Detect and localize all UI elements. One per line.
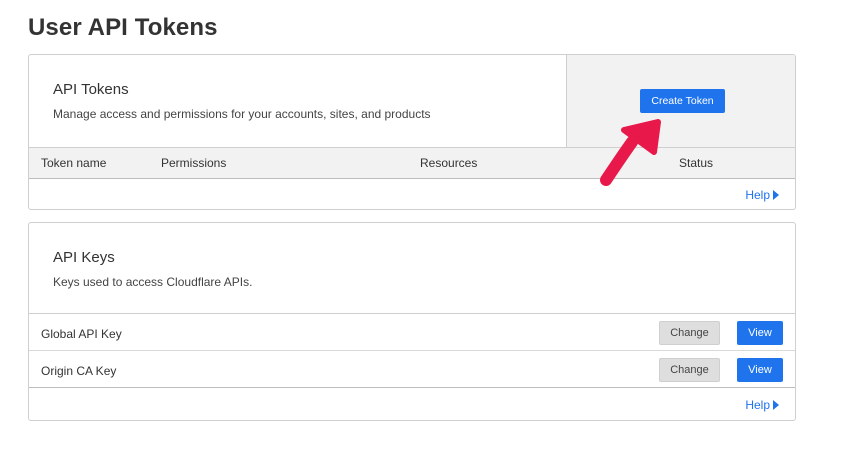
key-row-global: Global API Key Change View <box>29 314 795 351</box>
keys-help-link[interactable]: Help <box>745 398 779 412</box>
create-token-panel: Create Token <box>566 55 795 147</box>
tokens-table-header: Token name Permissions Resources Status <box>29 148 795 179</box>
key-label: Origin CA Key <box>41 364 117 378</box>
key-row-origin-ca: Origin CA Key Change View <box>29 351 795 388</box>
api-keys-card: API Keys Keys used to access Cloudflare … <box>28 222 796 421</box>
api-keys-header: API Keys Keys used to access Cloudflare … <box>29 223 795 314</box>
create-token-button[interactable]: Create Token <box>640 89 725 113</box>
api-tokens-description: Manage access and permissions for your a… <box>53 107 431 121</box>
column-resources[interactable]: Resources <box>420 156 477 170</box>
view-origin-ca-key-button[interactable]: View <box>737 358 783 382</box>
api-keys-title: API Keys <box>53 249 115 266</box>
page: User API Tokens API Tokens Manage access… <box>0 0 854 466</box>
change-global-key-button[interactable]: Change <box>659 321 720 345</box>
view-global-key-button[interactable]: View <box>737 321 783 345</box>
keys-help-label: Help <box>745 398 770 412</box>
tokens-footer: Help <box>29 179 795 209</box>
api-tokens-title: API Tokens <box>53 81 129 98</box>
page-title: User API Tokens <box>28 14 218 41</box>
api-tokens-intro: API Tokens Manage access and permissions… <box>29 55 566 147</box>
keys-footer: Help <box>29 388 795 420</box>
column-token-name[interactable]: Token name <box>41 156 106 170</box>
key-label: Global API Key <box>41 327 122 341</box>
api-tokens-card: API Tokens Manage access and permissions… <box>28 54 796 210</box>
triangle-right-icon <box>773 190 779 200</box>
column-status[interactable]: Status <box>679 156 713 170</box>
tokens-help-link[interactable]: Help <box>745 188 779 202</box>
api-tokens-header: API Tokens Manage access and permissions… <box>29 55 795 148</box>
change-origin-ca-key-button[interactable]: Change <box>659 358 720 382</box>
triangle-right-icon <box>773 400 779 410</box>
column-permissions[interactable]: Permissions <box>161 156 226 170</box>
api-keys-description: Keys used to access Cloudflare APIs. <box>53 275 253 289</box>
tokens-help-label: Help <box>745 188 770 202</box>
